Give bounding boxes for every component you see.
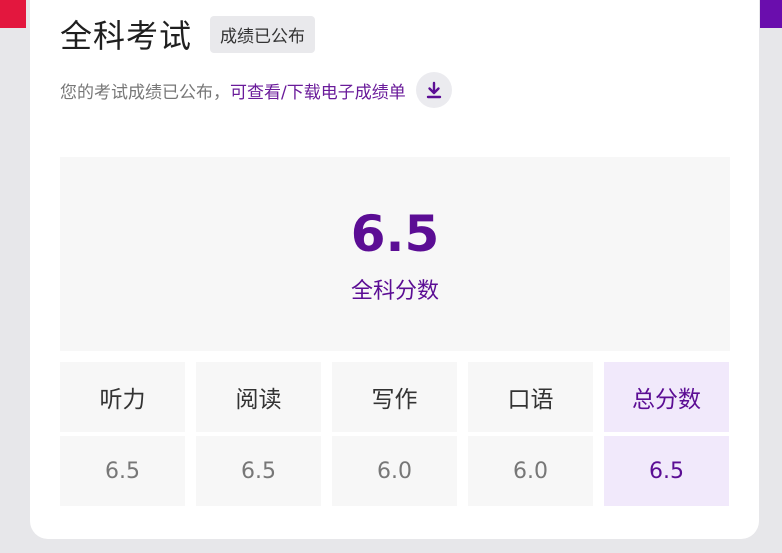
- section-header-speaking: 口语: [468, 362, 593, 432]
- section-score-speaking: 6.0: [468, 436, 593, 506]
- section-header-reading: 阅读: [196, 362, 321, 432]
- download-button[interactable]: [415, 72, 452, 108]
- overall-score-label: 全科分数: [350, 279, 439, 304]
- status-badge: 成绩已公布: [210, 15, 316, 53]
- section-header-writing: 写作: [332, 362, 457, 432]
- section-score-reading: 6.5: [196, 436, 321, 506]
- section-scores-table: 听力 阅读 写作 口语 总分数 6.5 6.5 6.0 6.0 6.5: [60, 362, 729, 506]
- accent-bar-red: [0, 0, 26, 28]
- overall-score-value: 6.5: [350, 205, 440, 263]
- section-score-writing: 6.0: [332, 436, 457, 506]
- notice-row: 您的考试成绩已公布， 可查看/下载电子成绩单: [60, 72, 452, 108]
- download-report-link[interactable]: 可查看/下载电子成绩单: [230, 78, 406, 103]
- section-score-listening: 6.5: [60, 436, 185, 506]
- notice-text: 您的考试成绩已公布，: [60, 82, 230, 103]
- accent-bar-purple: [760, 0, 782, 28]
- title-row: 全科考试 成绩已公布: [60, 11, 316, 57]
- section-header-listening: 听力: [60, 362, 185, 432]
- page-title: 全科考试: [60, 17, 193, 55]
- download-icon: [426, 81, 441, 99]
- section-score-total: 6.5: [604, 436, 729, 506]
- section-header-total: 总分数: [604, 362, 729, 432]
- overall-score-box: 6.5 全科分数: [60, 157, 730, 351]
- results-card: 全科考试 成绩已公布 您的考试成绩已公布， 可查看/下载电子成绩单 6.5 全科…: [30, 0, 759, 539]
